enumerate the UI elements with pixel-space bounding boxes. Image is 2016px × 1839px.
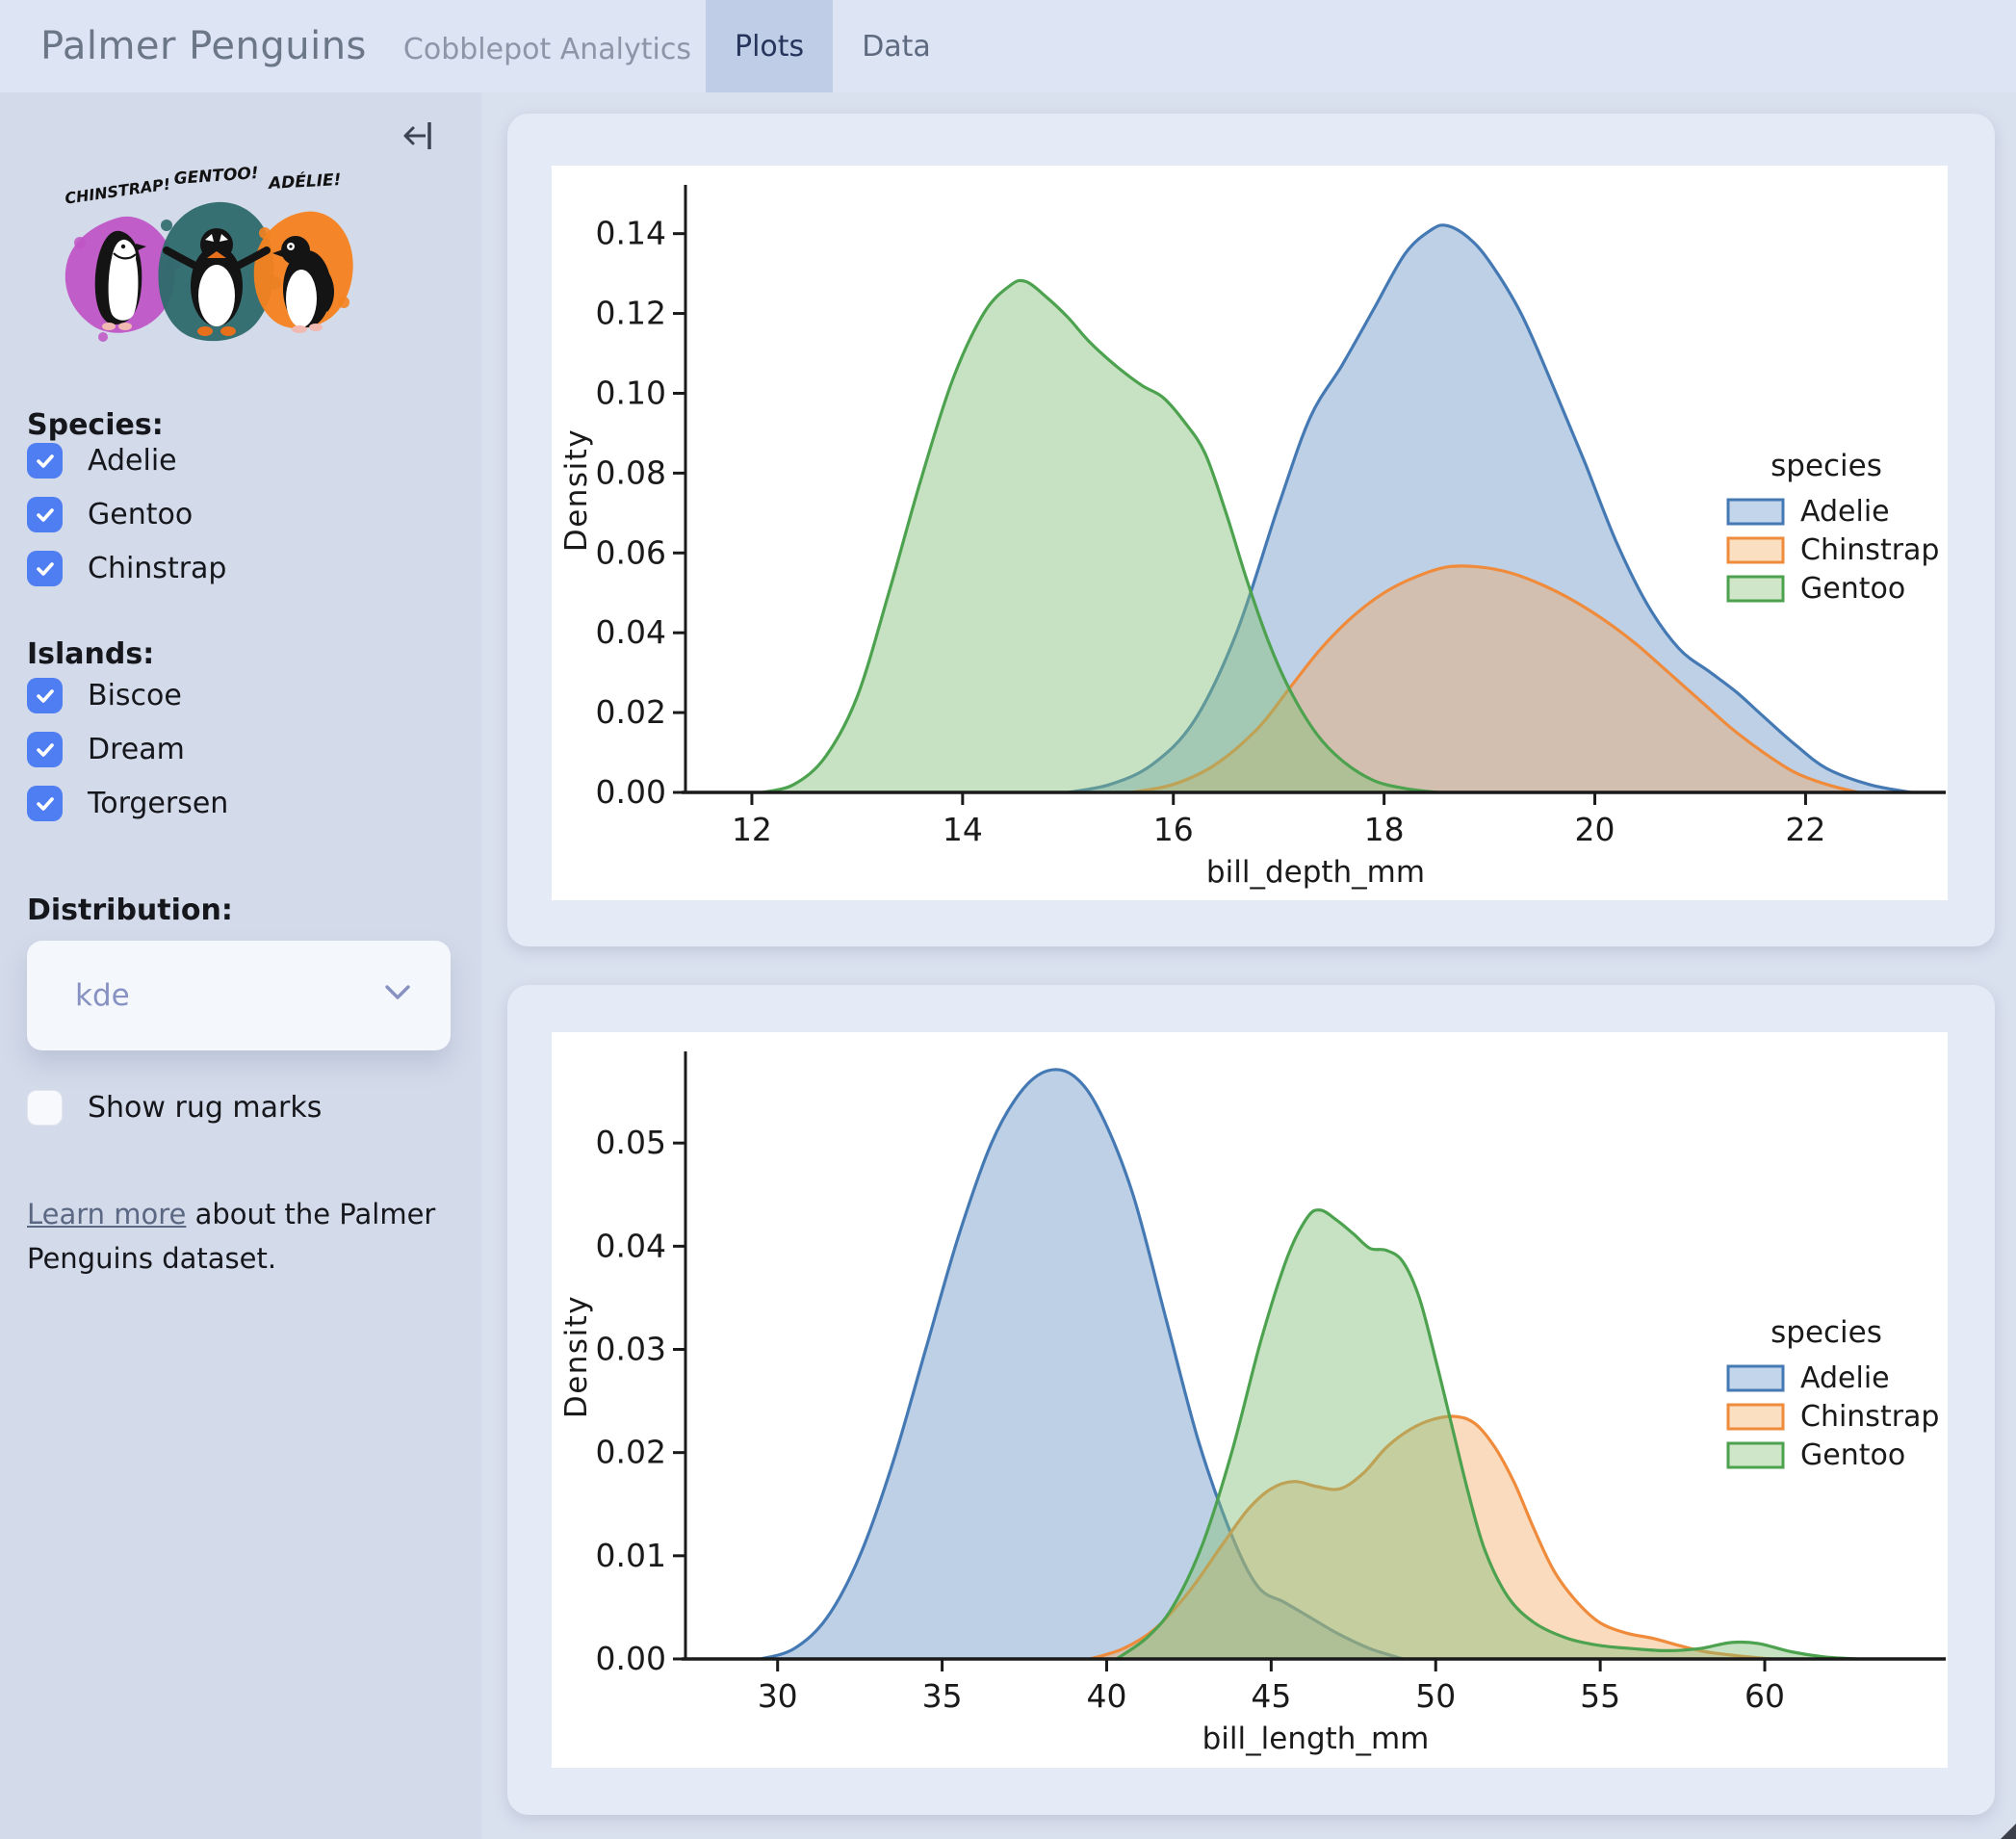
- y-tick-label: 0.01: [596, 1537, 666, 1574]
- checkbox-checked-icon: [27, 551, 63, 586]
- checkbox-species-gentoo[interactable]: Gentoo: [27, 497, 193, 532]
- checkbox-label: Biscoe: [88, 679, 182, 712]
- checkbox-island-torgersen[interactable]: Torgersen: [27, 786, 228, 821]
- tab-data[interactable]: Data: [833, 0, 960, 92]
- y-tick-label: 0.02: [596, 693, 666, 731]
- x-tick-label: 40: [1086, 1677, 1126, 1715]
- x-axis-label: bill_depth_mm: [1206, 855, 1425, 890]
- checkbox-label: Adelie: [88, 444, 177, 478]
- adelie-label: ADÉLIE!: [266, 168, 341, 194]
- legend-label-gentoo: Gentoo: [1800, 1438, 1905, 1472]
- brand: Palmer Penguins Cobblepot Analytics: [40, 24, 691, 68]
- legend: species Adelie Chinstrap Gentoo: [1726, 1315, 1939, 1472]
- chevron-down-icon: [381, 981, 414, 1008]
- distribution-select[interactable]: kde: [27, 941, 451, 1050]
- x-tick-label: 20: [1575, 811, 1615, 848]
- checkbox-label: Dream: [88, 733, 185, 766]
- legend-swatch-chinstrap: [1726, 1403, 1785, 1431]
- kde-plot-bill-length: 0.00 0.01 0.02 0.03 0.04 0.05 30 35 40 45 50 55 60 bi…: [559, 1051, 1946, 1756]
- y-tick-label: 0.04: [596, 613, 666, 651]
- y-tick-label: 0.08: [596, 453, 666, 491]
- app-subtitle: Cobblepot Analytics: [402, 33, 691, 66]
- sidebar-collapse-button[interactable]: [397, 114, 441, 158]
- legend-swatch-adelie: [1726, 498, 1785, 526]
- y-tick-label: 0.00: [596, 1640, 666, 1677]
- x-tick-label: 35: [922, 1677, 963, 1715]
- app-header: Palmer Penguins Cobblepot Analytics Plot…: [0, 0, 2016, 92]
- y-tick-label: 0.14: [596, 215, 666, 252]
- y-tick-label: 0.00: [596, 773, 666, 811]
- legend-label-chinstrap: Chinstrap: [1800, 533, 1939, 567]
- y-tick-label: 0.05: [596, 1124, 666, 1161]
- x-axis-label: bill_length_mm: [1202, 1722, 1430, 1756]
- checkbox-show-rug-marks[interactable]: Show rug marks: [27, 1090, 322, 1126]
- chinstrap-label: CHINSTRAP!: [64, 174, 171, 207]
- plot-card-bill-depth: 0.00 0.02 0.04 0.06 0.08 0.10 0.12 0.14 12 14 16 18…: [507, 114, 1995, 946]
- kde-plot-bill-depth: 0.00 0.02 0.04 0.06 0.08 0.10 0.12 0.14 12 14 16 18…: [559, 185, 1946, 890]
- checkbox-species-chinstrap[interactable]: Chinstrap: [27, 551, 226, 586]
- y-tick-label: 0.06: [596, 533, 666, 571]
- plot-area-bill-length: 0.00 0.01 0.02 0.03 0.04 0.05 30 35 40 45 50 55 60 bi…: [552, 1032, 1948, 1768]
- y-axis-label: Density: [559, 1295, 594, 1418]
- checkbox-checked-icon: [27, 497, 63, 532]
- penguins-artwork: CHINSTRAP! GENTOO! ADÉLIE!: [43, 158, 353, 366]
- checkbox-label: Gentoo: [88, 498, 194, 531]
- sidebar: CHINSTRAP! GENTOO! ADÉLIE! Species: Adel…: [0, 92, 481, 1839]
- x-tick-label: 50: [1415, 1677, 1456, 1715]
- legend-swatch-gentoo: [1726, 575, 1785, 603]
- learn-more-link[interactable]: Learn more: [27, 1198, 186, 1230]
- legend-swatch-gentoo: [1726, 1441, 1785, 1469]
- checkbox-checked-icon: [27, 732, 63, 767]
- x-tick-label: 14: [943, 811, 983, 848]
- resize-grip[interactable]: [2001, 1824, 2016, 1839]
- species-group-label: Species:: [27, 408, 164, 442]
- x-tick-label: 60: [1745, 1677, 1785, 1715]
- legend-label-gentoo: Gentoo: [1800, 572, 1905, 606]
- legend-title: species: [1770, 1315, 1882, 1350]
- checkbox-species-adelie[interactable]: Adelie: [27, 443, 177, 479]
- checkbox-label: Show rug marks: [88, 1091, 323, 1125]
- legend-label-adelie: Adelie: [1800, 1361, 1890, 1395]
- app-title: Palmer Penguins: [40, 24, 367, 68]
- x-tick-label: 18: [1364, 811, 1405, 848]
- legend-label-chinstrap: Chinstrap: [1800, 1400, 1939, 1434]
- gentoo-label: GENTOO!: [173, 164, 259, 189]
- y-tick-label: 0.04: [596, 1227, 666, 1264]
- dataset-info-text: Learn more about the Palmer Penguins dat…: [27, 1192, 443, 1282]
- x-tick-label: 45: [1251, 1677, 1291, 1715]
- plot-card-bill-length: 0.00 0.01 0.02 0.03 0.04 0.05 30 35 40 45 50 55 60 bi…: [507, 985, 1995, 1815]
- x-tick-label: 22: [1785, 811, 1825, 848]
- tab-plots[interactable]: Plots: [706, 0, 834, 92]
- y-tick-label: 0.10: [596, 374, 666, 411]
- legend: species Adelie Chinstrap Gentoo: [1726, 449, 1939, 606]
- legend-swatch-chinstrap: [1726, 536, 1785, 564]
- legend-swatch-adelie: [1726, 1364, 1785, 1392]
- arrow-bar-left-icon: [403, 122, 431, 149]
- x-tick-label: 12: [732, 811, 772, 848]
- distribution-selected-value: kde: [75, 978, 130, 1013]
- checkbox-checked-icon: [27, 443, 63, 479]
- x-tick-label: 30: [758, 1677, 798, 1715]
- y-tick-label: 0.02: [596, 1434, 666, 1471]
- checkbox-island-dream[interactable]: Dream: [27, 732, 185, 767]
- penguins-illustration: CHINSTRAP! GENTOO! ADÉLIE!: [64, 164, 353, 342]
- x-tick-label: 16: [1153, 811, 1194, 848]
- y-axis-label: Density: [559, 428, 594, 552]
- plot-area-bill-depth: 0.00 0.02 0.04 0.06 0.08 0.10 0.12 0.14 12 14 16 18…: [552, 166, 1948, 900]
- checkbox-checked-icon: [27, 678, 63, 713]
- checkbox-label: Torgersen: [88, 787, 229, 820]
- legend-label-adelie: Adelie: [1800, 495, 1890, 529]
- checkbox-island-biscoe[interactable]: Biscoe: [27, 678, 182, 713]
- y-tick-label: 0.03: [596, 1330, 666, 1367]
- islands-group-label: Islands:: [27, 637, 155, 671]
- distribution-label: Distribution:: [27, 894, 233, 927]
- nav-tabs: Plots Data: [706, 0, 960, 92]
- checkbox-label: Chinstrap: [88, 552, 227, 585]
- y-tick-label: 0.12: [596, 295, 666, 332]
- checkbox-checked-icon: [27, 786, 63, 821]
- checkbox-unchecked-icon: [27, 1090, 63, 1126]
- legend-title: species: [1770, 449, 1882, 483]
- x-tick-label: 55: [1580, 1677, 1620, 1715]
